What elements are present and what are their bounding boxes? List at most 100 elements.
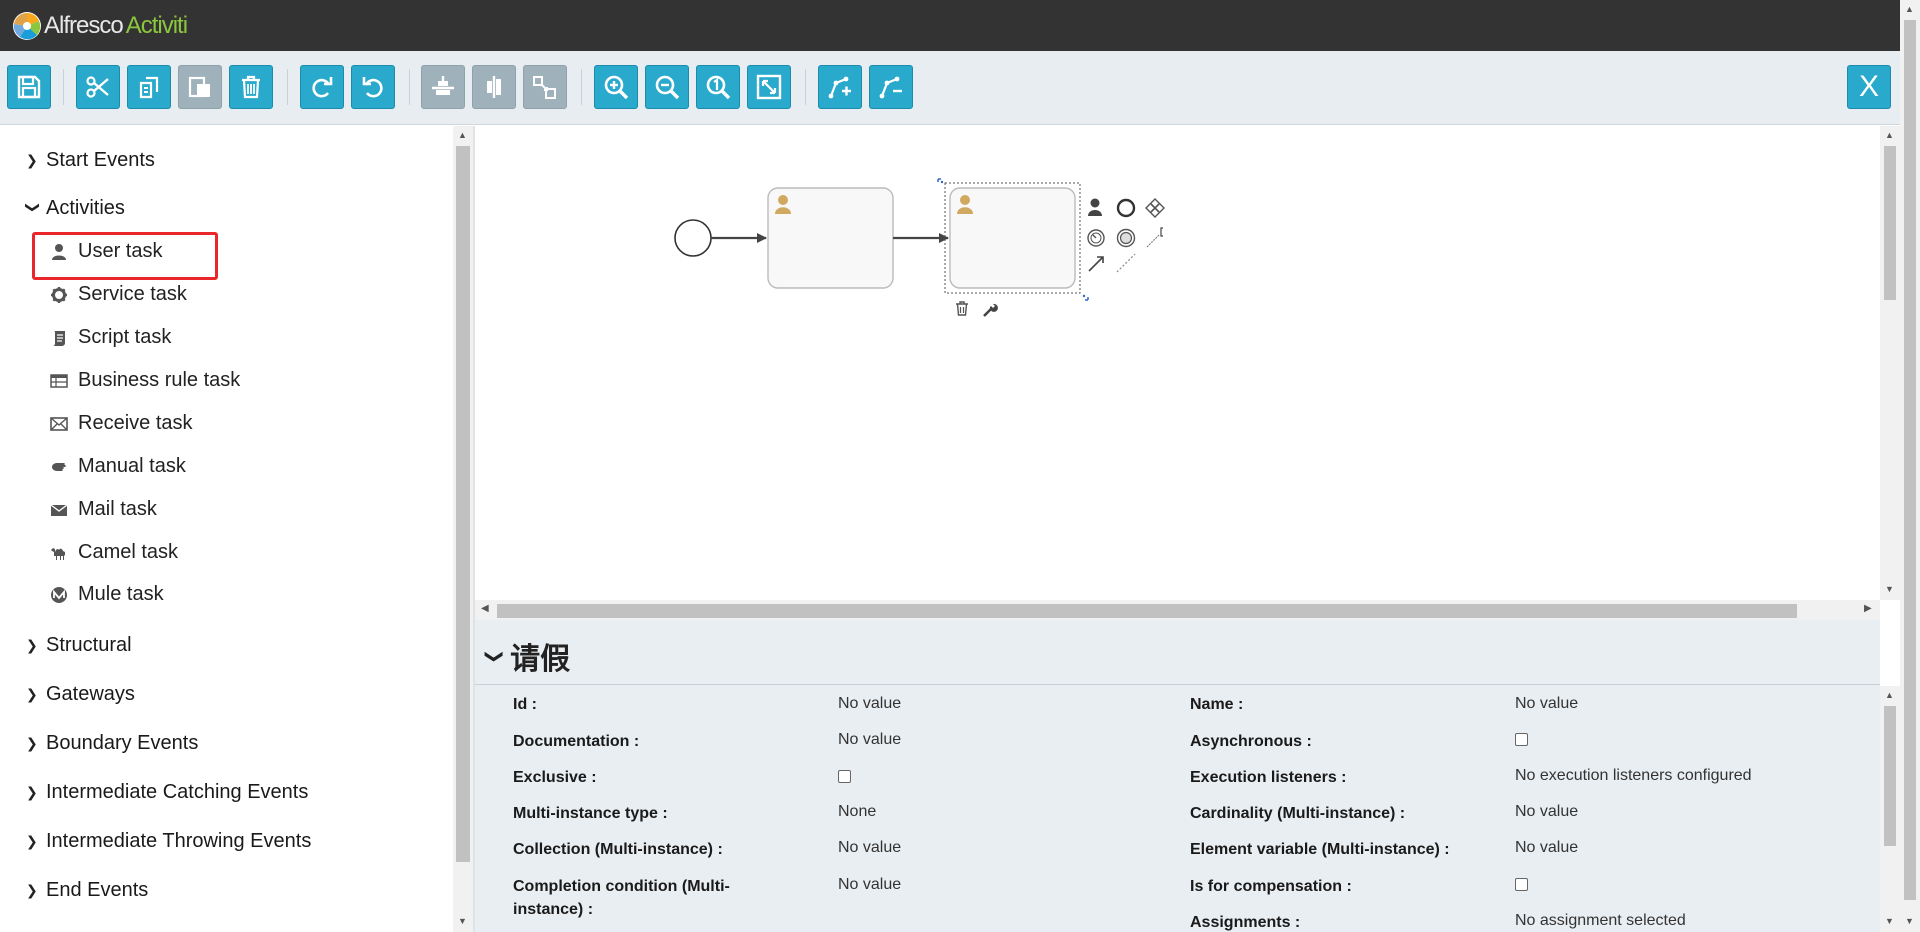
palette-scrollbar[interactable]: ▲ ▼ xyxy=(453,126,473,932)
floppy-disk-icon xyxy=(17,75,41,99)
palette-group-label: Gateways xyxy=(46,683,135,705)
quick-add-timer-event-icon[interactable] xyxy=(1087,229,1105,247)
palette-item-manual-task[interactable]: Manual task xyxy=(48,455,186,478)
prop-value-cardinality[interactable]: No value xyxy=(1515,803,1578,821)
scroll-down-icon[interactable]: ▼ xyxy=(1905,916,1914,926)
user-task-shape[interactable] xyxy=(767,187,894,289)
zoom-in-button[interactable] xyxy=(594,65,638,109)
redo-button[interactable] xyxy=(300,65,344,109)
zoom-fit-button[interactable] xyxy=(747,65,791,109)
remove-bendpoint-button[interactable] xyxy=(869,65,913,109)
palette-group-end-events[interactable]: ❯ End Events xyxy=(26,879,148,902)
wrench-icon[interactable] xyxy=(983,303,998,317)
delete-shape-icon[interactable] xyxy=(956,301,968,316)
gear-icon xyxy=(51,286,67,303)
scrollbar-thumb[interactable] xyxy=(1884,146,1896,300)
selected-user-task-shape[interactable] xyxy=(937,178,1089,301)
chevron-right-icon: ❯ xyxy=(26,735,38,751)
scrollbar-thumb[interactable] xyxy=(1884,706,1896,846)
palette-item-service-task[interactable]: Service task xyxy=(48,283,187,306)
palette-group-gateways[interactable]: ❯ Gateways xyxy=(26,683,135,706)
same-size-icon xyxy=(533,76,556,99)
palette-item-mail-task[interactable]: Mail task xyxy=(48,498,157,521)
canvas-vertical-scrollbar[interactable]: ▲ ▼ xyxy=(1880,126,1900,600)
scroll-down-icon[interactable]: ▼ xyxy=(1885,584,1894,594)
zoom-out-button[interactable] xyxy=(645,65,689,109)
scissors-icon xyxy=(86,76,109,98)
quick-add-end-event-icon[interactable] xyxy=(1116,198,1136,218)
properties-header[interactable]: ❯ 请假 xyxy=(484,634,570,678)
scrollbar-thumb[interactable] xyxy=(456,146,470,862)
scrollbar-thumb[interactable] xyxy=(497,604,1797,618)
palette-item-mule-task[interactable]: Mule task xyxy=(48,583,164,606)
close-editor-button[interactable]: X xyxy=(1847,65,1891,109)
palette-item-camel-task[interactable]: Camel task xyxy=(48,541,178,564)
undo-button[interactable] xyxy=(351,65,395,109)
scroll-up-icon[interactable]: ▲ xyxy=(1885,130,1894,140)
palette-group-activities[interactable]: ❯ Activities xyxy=(26,197,125,220)
add-bendpoint-button[interactable] xyxy=(818,65,862,109)
prop-value-id[interactable]: No value xyxy=(838,695,901,713)
asynchronous-checkbox[interactable] xyxy=(1515,733,1528,746)
quick-add-annotation-icon[interactable] xyxy=(1146,227,1163,248)
quick-add-intermediate-event-icon[interactable] xyxy=(1116,228,1136,248)
palette-group-start-events[interactable]: ❯ Start Events xyxy=(26,149,155,172)
palette-item-user-task[interactable]: User task xyxy=(48,240,162,263)
exclusive-checkbox[interactable] xyxy=(838,770,851,783)
delete-button[interactable] xyxy=(229,65,273,109)
palette-item-business-rule-task[interactable]: Business rule task xyxy=(48,369,240,392)
palette-item-script-task[interactable]: Script task xyxy=(48,326,171,349)
paste-button[interactable] xyxy=(178,65,222,109)
save-button[interactable] xyxy=(7,65,51,109)
palette-group-intermediate-throwing-events[interactable]: ❯ Intermediate Throwing Events xyxy=(26,830,311,853)
scroll-down-icon[interactable]: ▼ xyxy=(1885,916,1894,926)
window-scrollbar[interactable]: ▲ ▼ xyxy=(1900,0,1920,932)
start-event[interactable] xyxy=(674,219,712,257)
scroll-down-icon[interactable]: ▼ xyxy=(458,916,467,926)
prop-value-assignments[interactable]: No assignment selected xyxy=(1515,912,1686,930)
prop-value-element-variable[interactable]: No value xyxy=(1515,839,1578,857)
scrollbar-thumb[interactable] xyxy=(1904,20,1916,900)
scroll-left-icon[interactable]: ◀ xyxy=(481,603,489,614)
resize-handle-top-left[interactable] xyxy=(937,178,944,184)
same-size-button[interactable] xyxy=(523,65,567,109)
align-vertical-button[interactable] xyxy=(421,65,465,109)
prop-value-execution-listeners[interactable]: No execution listeners configured xyxy=(1515,767,1752,785)
scroll-up-icon[interactable]: ▲ xyxy=(458,130,467,140)
canvas-horizontal-scrollbar[interactable]: ◀ ▶ xyxy=(475,600,1880,620)
prop-value-multi-instance-type[interactable]: None xyxy=(838,803,876,821)
copy-button[interactable] xyxy=(127,65,171,109)
table-icon xyxy=(50,373,68,388)
resize-handle-bottom-right[interactable] xyxy=(1082,294,1089,301)
prop-value-collection[interactable]: No value xyxy=(838,839,901,857)
prop-value-documentation[interactable]: No value xyxy=(838,731,901,749)
scroll-right-icon[interactable]: ▶ xyxy=(1864,603,1872,614)
process-canvas[interactable] xyxy=(475,126,1880,600)
compensation-checkbox[interactable] xyxy=(1515,878,1528,891)
prop-label-asynchronous: Asynchronous : xyxy=(1190,733,1312,750)
brand-alfresco: Alfresco xyxy=(44,12,124,39)
chevron-down-icon: ❯ xyxy=(484,648,506,664)
bpmn-diagram[interactable] xyxy=(475,126,1880,600)
prop-label-cardinality: Cardinality (Multi-instance) : xyxy=(1190,805,1406,822)
quick-association-icon[interactable] xyxy=(1116,253,1136,273)
alfresco-logo-icon xyxy=(13,12,41,40)
palette-group-intermediate-catching-events[interactable]: ❯ Intermediate Catching Events xyxy=(26,781,308,804)
scroll-up-icon[interactable]: ▲ xyxy=(1885,690,1894,700)
palette-group-label: Boundary Events xyxy=(46,732,199,754)
palette-item-receive-task[interactable]: Receive task xyxy=(48,412,193,435)
palette-group-boundary-events[interactable]: ❯ Boundary Events xyxy=(26,732,198,755)
quick-add-user-task-icon[interactable] xyxy=(1088,198,1102,217)
cut-button[interactable] xyxy=(76,65,120,109)
zoom-actual-button[interactable] xyxy=(696,65,740,109)
prop-label-completion-condition-cont: instance) : xyxy=(513,901,594,918)
properties-scrollbar[interactable]: ▲ ▼ xyxy=(1880,686,1900,932)
quick-connect-arrow-icon[interactable] xyxy=(1088,256,1104,272)
align-horizontal-button[interactable] xyxy=(472,65,516,109)
scroll-up-icon[interactable]: ▲ xyxy=(1905,4,1914,14)
palette-group-structural[interactable]: ❯ Structural xyxy=(26,634,132,657)
quick-add-gateway-icon[interactable] xyxy=(1145,198,1165,218)
prop-value-name[interactable]: No value xyxy=(1515,695,1578,713)
prop-value-completion-condition[interactable]: No value xyxy=(838,876,901,894)
undo-icon xyxy=(362,77,383,98)
